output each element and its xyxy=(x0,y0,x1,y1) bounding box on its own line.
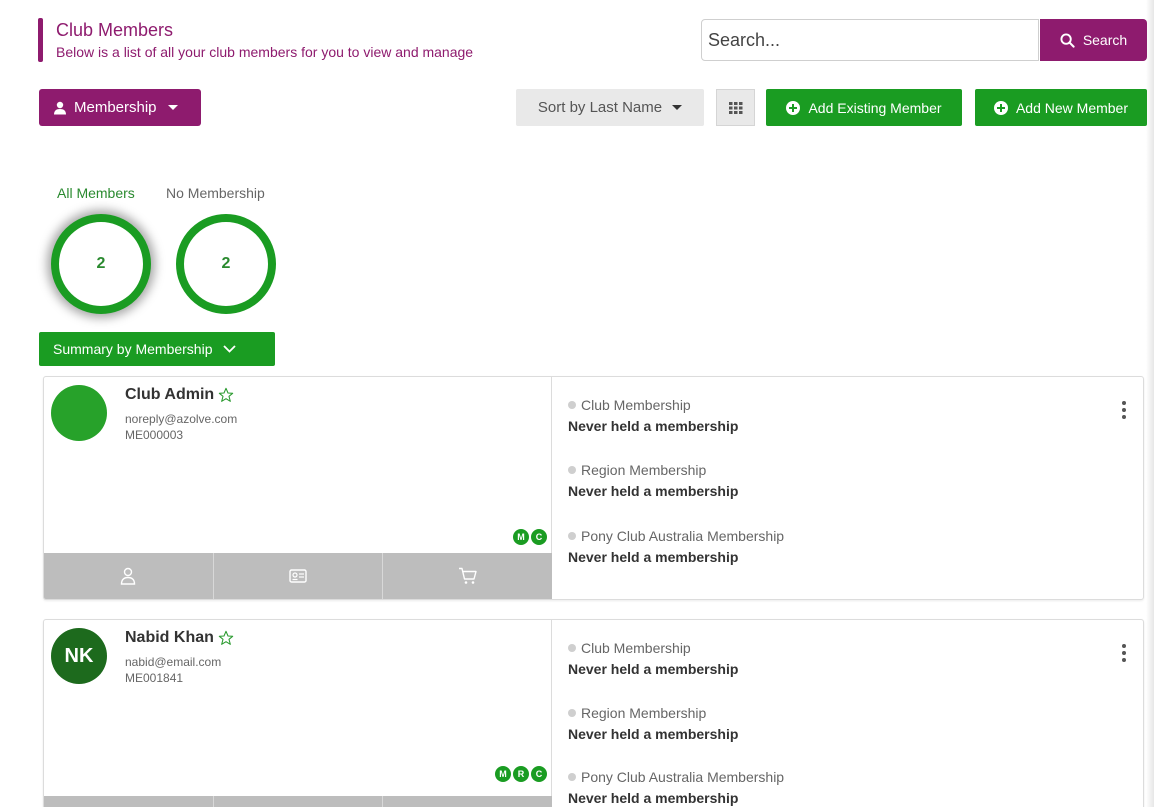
membership-badges: M R C xyxy=(495,766,547,782)
member-name[interactable]: Club Admin xyxy=(125,386,214,404)
membership-dropdown[interactable]: Membership xyxy=(39,89,201,126)
badge-c: C xyxy=(531,766,547,782)
summary-button-label: Summary by Membership xyxy=(53,341,213,357)
avatar[interactable] xyxy=(51,385,107,441)
status-dot xyxy=(568,644,576,652)
avatar[interactable]: NK xyxy=(51,628,107,684)
membership-type: Region Membership xyxy=(581,462,707,478)
member-name-row: Nabid Khan xyxy=(125,629,234,647)
badge-r: R xyxy=(513,766,529,782)
membership-status: Never held a membership xyxy=(568,661,739,677)
cart-icon xyxy=(458,567,477,584)
search-input[interactable] xyxy=(701,19,1039,61)
add-new-member-label: Add New Member xyxy=(1015,99,1129,116)
membership-status: Never held a membership xyxy=(568,790,739,806)
membership-type: Club Membership xyxy=(581,397,691,413)
no-membership-count-circle[interactable]: 2 xyxy=(176,214,276,314)
member-name-row: Club Admin xyxy=(125,386,234,404)
star-outline-icon[interactable] xyxy=(218,630,234,646)
cart-action[interactable] xyxy=(383,796,552,807)
member-info-panel: Club Admin noreply@azolve.com ME000003 M… xyxy=(44,377,552,599)
status-dot xyxy=(568,532,576,540)
sort-dropdown[interactable]: Sort by Last Name xyxy=(516,89,704,126)
member-action-bar xyxy=(44,796,552,807)
membership-status: Never held a membership xyxy=(568,418,739,434)
sort-dropdown-label: Sort by Last Name xyxy=(537,99,663,116)
chevron-down-icon xyxy=(222,345,236,353)
add-existing-member-label: Add Existing Member xyxy=(808,99,942,116)
membership-badges: M C xyxy=(513,529,547,545)
membership-entry: Pony Club Australia Membership Never hel… xyxy=(568,528,784,565)
add-existing-member-button[interactable]: Add Existing Member xyxy=(766,89,962,126)
id-card-action[interactable] xyxy=(214,553,384,599)
badge-c: C xyxy=(531,529,547,545)
membership-dropdown-label: Membership xyxy=(74,99,157,116)
user-icon xyxy=(54,101,66,114)
no-membership-count: 2 xyxy=(221,255,231,272)
membership-status: Never held a membership xyxy=(568,483,739,499)
plus-circle-icon xyxy=(786,100,801,115)
member-email: noreply@azolve.com xyxy=(125,412,238,426)
cart-action[interactable] xyxy=(383,553,552,599)
status-dot xyxy=(568,466,576,474)
page-title: Club Members xyxy=(56,20,174,40)
membership-entry: Region Membership Never held a membershi… xyxy=(568,705,738,742)
window-edge xyxy=(1146,0,1154,807)
membership-entry: Pony Club Australia Membership Never hel… xyxy=(568,769,784,806)
membership-entry: Club Membership Never held a membership xyxy=(568,640,738,677)
badge-m: M xyxy=(513,529,529,545)
membership-status: Never held a membership xyxy=(568,549,739,565)
member-info-panel: NK Nabid Khan nabid@email.com ME001841 M… xyxy=(44,620,552,807)
member-card: NK Nabid Khan nabid@email.com ME001841 M… xyxy=(43,619,1144,807)
membership-type: Pony Club Australia Membership xyxy=(581,769,785,785)
membership-entry: Region Membership Never held a membershi… xyxy=(568,462,738,499)
caret-down-icon xyxy=(672,105,683,110)
star-outline-icon[interactable] xyxy=(218,387,234,403)
member-id: ME000003 xyxy=(125,428,184,442)
person-icon xyxy=(121,567,136,585)
filter-label-no-membership[interactable]: No Membership xyxy=(166,185,265,201)
member-card: Club Admin noreply@azolve.com ME000003 M… xyxy=(43,376,1144,600)
kebab-menu-icon[interactable] xyxy=(1121,644,1127,662)
status-dot xyxy=(568,773,576,781)
member-name[interactable]: Nabid Khan xyxy=(125,629,214,647)
search-icon xyxy=(1060,32,1075,48)
membership-type: Region Membership xyxy=(581,705,707,721)
membership-entry: Club Membership Never held a membership xyxy=(568,397,738,434)
profile-action[interactable] xyxy=(44,553,214,599)
kebab-menu-icon[interactable] xyxy=(1121,401,1127,419)
badge-m: M xyxy=(495,766,511,782)
member-email: nabid@email.com xyxy=(125,655,222,669)
search-button[interactable]: Search xyxy=(1040,19,1147,61)
membership-type: Club Membership xyxy=(581,640,691,656)
page-subtitle: Below is a list of all your club members… xyxy=(56,44,474,60)
status-dot xyxy=(568,709,576,717)
membership-status: Never held a membership xyxy=(568,726,739,742)
chevron-down-icon xyxy=(167,105,178,110)
search-button-label: Search xyxy=(1082,32,1128,48)
all-members-count-circle[interactable]: 2 xyxy=(51,214,151,314)
id-card-icon xyxy=(289,569,307,583)
id-card-action[interactable] xyxy=(214,796,384,807)
grid-icon xyxy=(728,101,742,114)
profile-action[interactable] xyxy=(44,796,214,807)
membership-type: Pony Club Australia Membership xyxy=(581,528,785,544)
member-action-bar xyxy=(44,553,552,599)
member-id: ME001841 xyxy=(125,671,184,685)
add-new-member-button[interactable]: Add New Member xyxy=(975,89,1147,126)
filter-label-all-members[interactable]: All Members xyxy=(57,185,135,201)
title-accent-bar xyxy=(38,18,43,62)
status-dot xyxy=(568,401,576,409)
grid-view-button[interactable] xyxy=(716,89,755,126)
summary-by-membership-button[interactable]: Summary by Membership xyxy=(39,332,275,366)
all-members-count: 2 xyxy=(96,255,106,272)
plus-circle-icon xyxy=(993,100,1008,115)
